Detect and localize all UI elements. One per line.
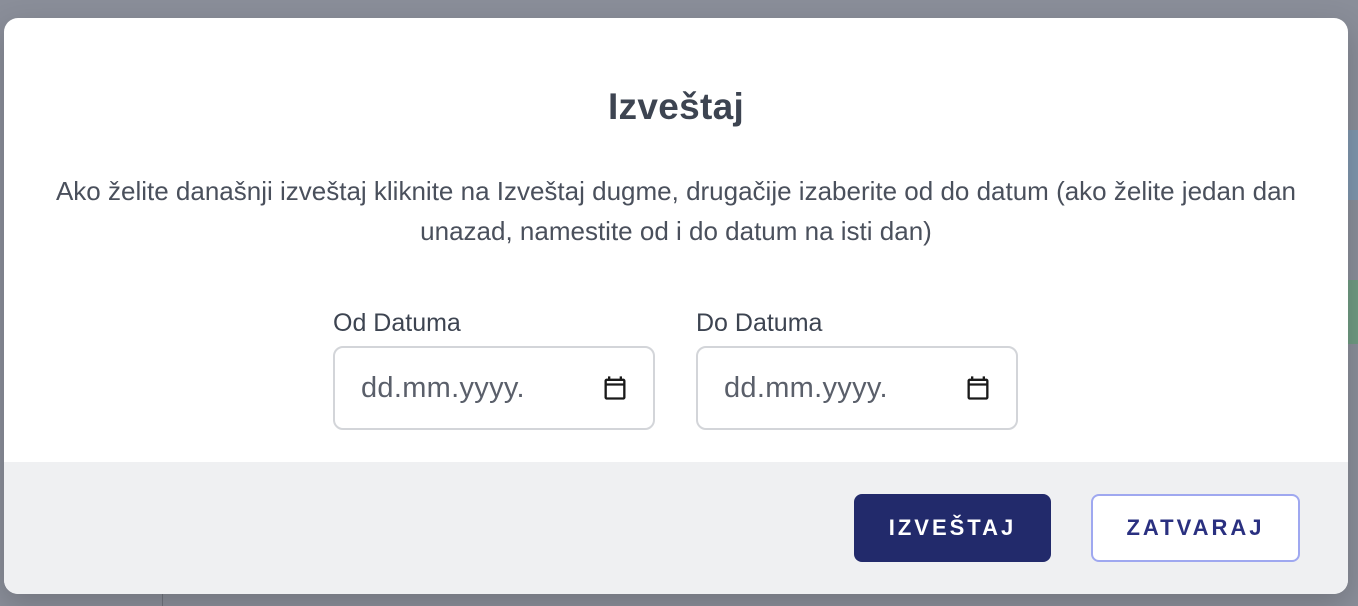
- background-panel-edge: [1348, 280, 1358, 344]
- report-dialog: Izveštaj Ako želite današnji izveštaj kl…: [4, 18, 1348, 594]
- dialog-footer: IZVEŠTAJ ZATVARAJ: [4, 462, 1348, 594]
- dialog-title: Izveštaj: [607, 86, 745, 127]
- calendar-icon[interactable]: [601, 374, 629, 402]
- report-button[interactable]: IZVEŠTAJ: [854, 494, 1051, 562]
- from-date-label: Od Datuma: [333, 309, 461, 337]
- from-date-input[interactable]: dd.mm.yyyy.: [333, 346, 655, 430]
- background-panel-edge: [1348, 130, 1358, 200]
- to-date-input[interactable]: dd.mm.yyyy.: [696, 346, 1018, 430]
- dialog-body: Izveštaj Ako želite današnji izveštaj kl…: [4, 18, 1348, 462]
- calendar-icon[interactable]: [964, 374, 992, 402]
- from-date-placeholder: dd.mm.yyyy.: [361, 371, 525, 404]
- to-date-label: Do Datuma: [696, 309, 823, 337]
- from-date-field: Od Datuma dd.mm.yyyy.: [333, 308, 655, 430]
- dialog-description: Ako želite današnji izveštaj kliknite na…: [55, 176, 1297, 246]
- to-date-placeholder: dd.mm.yyyy.: [724, 371, 888, 404]
- to-date-field: Do Datuma dd.mm.yyyy.: [696, 308, 1018, 430]
- close-button[interactable]: ZATVARAJ: [1091, 494, 1300, 562]
